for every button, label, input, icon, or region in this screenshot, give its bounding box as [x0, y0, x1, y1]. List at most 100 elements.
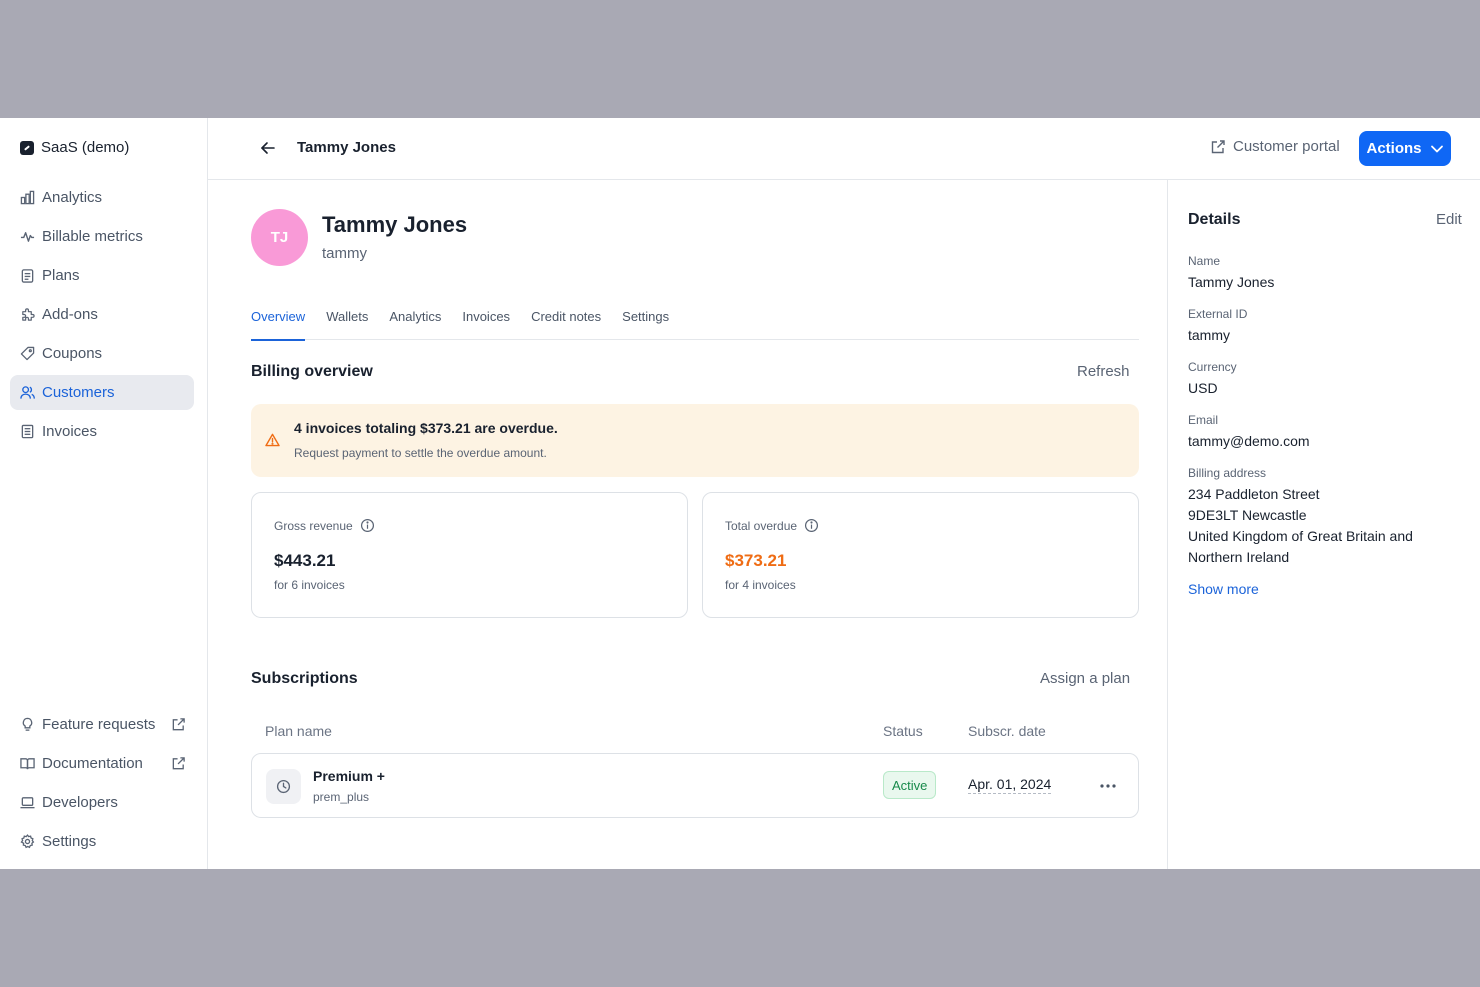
sidebar-item-invoices[interactable]: Invoices [10, 414, 194, 449]
column-header-plan-name: Plan name [265, 723, 332, 739]
sidebar: SaaS (demo) Analytics Billable metrics P… [0, 118, 208, 869]
detail-label-external-id: External ID [1188, 307, 1248, 321]
tab-credit-notes[interactable]: Credit notes [531, 298, 601, 340]
actions-button[interactable]: Actions [1359, 131, 1451, 166]
billing-overview-title: Billing overview [251, 363, 373, 380]
edit-button[interactable]: Edit [1436, 211, 1462, 228]
table-row[interactable]: Premium + prem_plus Active Apr. 01, 2024 [251, 753, 1139, 818]
page-header: Tammy Jones Customer portal Actions [208, 118, 1480, 180]
sidebar-item-label: Customers [42, 384, 115, 401]
customer-external-id: tammy [322, 245, 367, 262]
org-logo-icon [20, 140, 34, 155]
sidebar-item-label: Add-ons [42, 306, 98, 323]
total-overdue-value: $373.21 [725, 551, 787, 570]
gross-revenue-sub: for 6 invoices [274, 578, 345, 592]
billing-address-line: Northern Ireland [1188, 549, 1290, 565]
total-overdue-sub: for 4 invoices [725, 578, 796, 592]
laptop-icon [20, 795, 35, 810]
refresh-button[interactable]: Refresh [1077, 363, 1130, 380]
sidebar-item-settings[interactable]: Settings [10, 824, 194, 859]
tab-analytics[interactable]: Analytics [389, 298, 441, 340]
sidebar-item-label: Analytics [42, 189, 103, 206]
external-link-icon [171, 756, 186, 771]
sidebar-item-add-ons[interactable]: Add-ons [10, 297, 194, 332]
detail-value-name: Tammy Jones [1188, 274, 1275, 290]
external-link-icon [1210, 139, 1226, 155]
more-options-icon[interactable] [1097, 777, 1119, 795]
sidebar-item-label: Feature requests [42, 716, 156, 733]
users-icon [20, 385, 35, 400]
tab-wallets[interactable]: Wallets [326, 298, 368, 340]
external-link-icon [171, 717, 186, 732]
total-overdue-card: Total overdue $373.21 for 4 invoices [702, 492, 1139, 618]
total-overdue-label: Total overdue [725, 518, 798, 533]
sidebar-item-label: Settings [42, 833, 97, 850]
gross-revenue-label-wrap: Gross revenue [274, 518, 375, 533]
sidebar-bottom-nav: Feature requests Documentation Developer [10, 707, 194, 863]
billing-address-line: 234 Paddleton Street [1188, 486, 1320, 502]
tab-overview[interactable]: Overview [251, 298, 306, 341]
sidebar-item-customers[interactable]: Customers [10, 375, 194, 410]
tab-settings[interactable]: Settings [622, 298, 669, 340]
sidebar-nav: Analytics Billable metrics Plans Add-ons [10, 180, 194, 453]
assign-plan-button[interactable]: Assign a plan [1040, 670, 1130, 687]
sidebar-item-documentation[interactable]: Documentation [10, 746, 194, 781]
tag-icon [20, 346, 35, 361]
sidebar-item-label: Billable metrics [42, 228, 143, 245]
alert-title: 4 invoices totaling $373.21 are overdue. [294, 420, 558, 436]
lightbulb-icon [20, 717, 35, 732]
clipboard-icon [20, 268, 35, 283]
sidebar-item-billable-metrics[interactable]: Billable metrics [10, 219, 194, 254]
detail-label-billing-address: Billing address [1188, 466, 1267, 480]
sidebar-item-feature-requests[interactable]: Feature requests [10, 707, 194, 742]
sidebar-item-label: Developers [42, 794, 118, 811]
details-title: Details [1188, 211, 1241, 228]
info-icon[interactable] [360, 518, 375, 533]
alert-subtitle: Request payment to settle the overdue am… [294, 446, 547, 460]
app-window: SaaS (demo) Analytics Billable metrics P… [0, 118, 1480, 869]
sidebar-item-coupons[interactable]: Coupons [10, 336, 194, 371]
sidebar-item-label: Coupons [42, 345, 103, 362]
avatar: TJ [251, 209, 308, 266]
main-area: Tammy Jones Customer portal Actions TJ T… [208, 118, 1480, 869]
sidebar-item-label: Plans [42, 267, 80, 284]
org-switcher[interactable]: SaaS (demo) [20, 139, 129, 156]
detail-value-currency: USD [1188, 380, 1218, 396]
actions-label: Actions [1366, 140, 1422, 157]
org-name: SaaS (demo) [41, 139, 130, 156]
sidebar-item-analytics[interactable]: Analytics [10, 180, 194, 215]
detail-label-email: Email [1188, 413, 1219, 427]
clock-icon [266, 769, 301, 804]
customer-portal-label: Customer portal [1233, 138, 1340, 155]
detail-label-currency: Currency [1188, 360, 1237, 374]
status-badge: Active [883, 771, 937, 799]
puzzle-icon [20, 307, 35, 322]
sidebar-item-label: Invoices [42, 423, 98, 440]
detail-value-email: tammy@demo.com [1188, 433, 1310, 449]
customer-overview: TJ Tammy Jones tammy Overview Wallets An… [208, 180, 1168, 869]
warning-icon [265, 433, 280, 447]
document-icon [20, 424, 35, 439]
tab-invoices[interactable]: Invoices [462, 298, 510, 340]
billing-address-line: United Kingdom of Great Britain and [1188, 528, 1413, 544]
show-more-link[interactable]: Show more [1188, 581, 1259, 597]
pulse-icon [20, 229, 35, 244]
detail-value-external-id: tammy [1188, 327, 1230, 343]
plan-name: Premium + [313, 768, 385, 784]
chevron-down-icon [1430, 142, 1444, 156]
tab-bar: Overview Wallets Analytics Invoices Cred… [251, 298, 1139, 341]
sidebar-item-developers[interactable]: Developers [10, 785, 194, 820]
overdue-alert: 4 invoices totaling $373.21 are overdue.… [251, 404, 1139, 477]
back-arrow-icon[interactable] [259, 139, 277, 157]
book-icon [20, 756, 35, 771]
sidebar-item-plans[interactable]: Plans [10, 258, 194, 293]
gear-icon [20, 834, 35, 849]
customer-name: Tammy Jones [322, 212, 468, 237]
subscription-date: Apr. 01, 2024 [968, 776, 1052, 794]
info-icon[interactable] [804, 518, 819, 533]
gross-revenue-value: $443.21 [274, 551, 336, 570]
gross-revenue-label: Gross revenue [274, 518, 353, 533]
gross-revenue-card: Gross revenue $443.21 for 6 invoices [251, 492, 688, 618]
customer-portal-button[interactable]: Customer portal [1210, 138, 1340, 155]
column-header-subscr-date: Subscr. date [968, 723, 1046, 739]
